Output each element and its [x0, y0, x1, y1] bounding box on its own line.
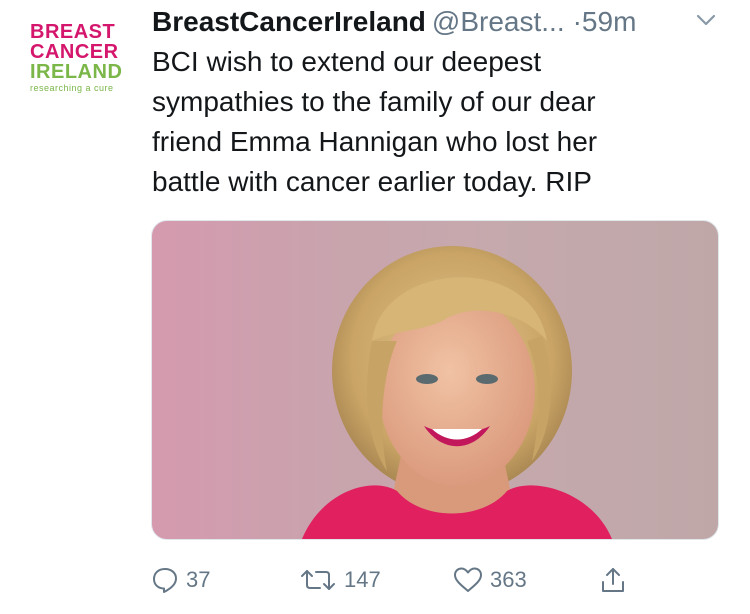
retweet-button[interactable]: 147 [298, 560, 381, 600]
reply-icon [153, 568, 177, 593]
separator: · [572, 6, 582, 37]
retweet-icon [301, 570, 335, 590]
tweet-text-line: sympathies to the family of our dear [152, 86, 596, 117]
like-count: 363 [490, 567, 527, 592]
tweet-text-line: BCI wish to extend our deepest [152, 46, 542, 77]
avatar-logo-line-1: BREAST [30, 21, 116, 43]
reply-button[interactable]: 37 [150, 560, 210, 600]
tweet-text-line: battle with cancer earlier today. RIP [152, 166, 592, 197]
avatar-logo-line-3: IRELAND [30, 61, 123, 83]
tweet-actions: 37 147 363 [150, 560, 670, 600]
share-button[interactable] [598, 560, 628, 600]
tweet[interactable]: BREAST CANCER IRELAND researching a cure… [0, 0, 750, 614]
heart-icon [454, 567, 482, 592]
timestamp[interactable]: 59m [582, 6, 636, 37]
tweet-photo[interactable] [151, 220, 719, 540]
tweet-text-line: friend Emma Hannigan who lost her [152, 126, 598, 157]
share-icon [602, 568, 624, 592]
tweet-header: BreastCancerIreland @Breast... ·59m [152, 2, 732, 42]
display-name[interactable]: BreastCancerIreland [152, 6, 426, 37]
avatar[interactable]: BREAST CANCER IRELAND researching a cure [30, 22, 132, 102]
avatar-logo-line-2: CANCER [30, 41, 119, 63]
portrait-photo [302, 246, 612, 539]
retweet-count: 147 [344, 567, 381, 592]
reply-count: 37 [186, 567, 211, 592]
chevron-down-icon[interactable] [695, 12, 717, 28]
like-button[interactable]: 363 [452, 560, 527, 600]
tweet-text: BCI wish to extend our deepest sympathie… [152, 42, 732, 202]
avatar-logo-tagline: researching a cure [30, 84, 114, 93]
handle[interactable]: @Breast... [432, 6, 565, 37]
